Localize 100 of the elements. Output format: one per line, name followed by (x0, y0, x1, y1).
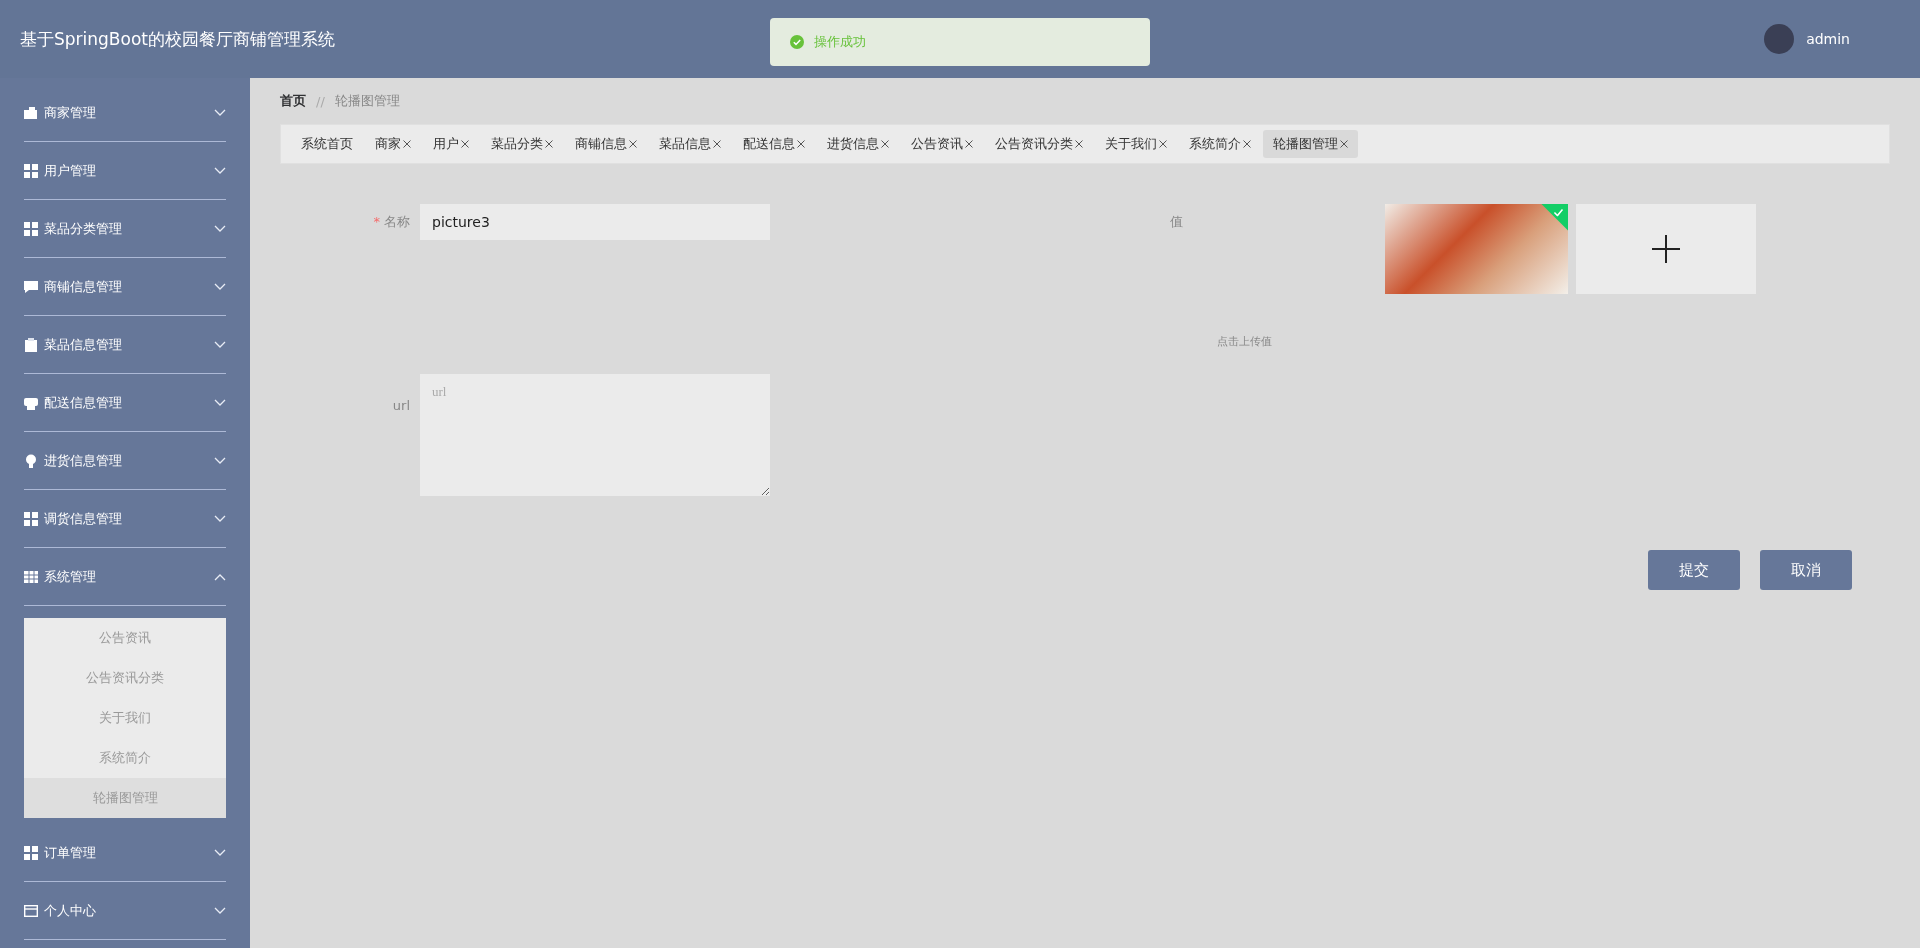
tab[interactable]: 商铺信息 (565, 130, 647, 158)
tab[interactable]: 公告资讯分类 (985, 130, 1093, 158)
sidebar-item[interactable]: 配送信息管理 (24, 374, 226, 432)
tab[interactable]: 轮播图管理 (1263, 130, 1358, 158)
tab-label: 公告资讯 (911, 135, 963, 153)
tab-label: 关于我们 (1105, 135, 1157, 153)
clipboard-icon (24, 337, 38, 352)
sidebar-item[interactable]: 用户管理 (24, 142, 226, 200)
tab[interactable]: 用户 (423, 130, 479, 158)
field-label: 值 (1169, 213, 1184, 231)
chevron-icon (214, 224, 226, 233)
chevron-icon (214, 398, 226, 407)
menu-label: 订单管理 (44, 843, 97, 862)
menu-label: 菜品分类管理 (44, 219, 123, 238)
close-icon[interactable] (1075, 140, 1083, 148)
sidebar-item[interactable]: 菜品信息管理 (24, 316, 226, 374)
breadcrumb-separator: // (316, 93, 325, 109)
sidebar-item[interactable]: 订单管理 (24, 824, 226, 882)
plus-icon (1652, 235, 1680, 263)
tab[interactable]: 系统简介 (1179, 130, 1261, 158)
tab[interactable]: 关于我们 (1095, 130, 1177, 158)
menu-label: 配送信息管理 (44, 393, 123, 412)
tab[interactable]: 配送信息 (733, 130, 815, 158)
tab-label: 进货信息 (827, 135, 879, 153)
submenu-item[interactable]: 公告资讯 (24, 618, 226, 658)
field-label: url (391, 397, 410, 415)
chevron-icon (214, 340, 226, 349)
chevron-icon (214, 108, 226, 117)
label-text: 名称 (384, 214, 410, 229)
name-input[interactable]: picture3 (420, 204, 770, 240)
close-icon[interactable] (461, 140, 469, 148)
close-icon[interactable] (713, 140, 721, 148)
grid-icon (24, 845, 38, 860)
chevron-icon (214, 282, 226, 291)
close-icon[interactable] (797, 140, 805, 148)
chevron-icon (214, 166, 226, 175)
close-icon[interactable] (1159, 140, 1167, 148)
close-icon[interactable] (545, 140, 553, 148)
tab-label: 系统首页 (301, 135, 353, 153)
tab[interactable]: 公告资讯 (901, 130, 983, 158)
tab[interactable]: 商家 (365, 130, 421, 158)
menu-label: 系统管理 (44, 567, 97, 586)
grid-icon (24, 163, 38, 178)
check-circle-icon (790, 35, 804, 49)
tab-label: 用户 (433, 135, 459, 153)
form-button[interactable]: 提交 (1648, 550, 1740, 590)
user-name[interactable]: admin (1806, 31, 1850, 47)
toast-message: 操作成功 (814, 33, 866, 51)
chevron-icon (214, 456, 226, 465)
menu-label: 商家管理 (44, 103, 97, 122)
grid-icon (24, 221, 38, 236)
menu-label: 菜品信息管理 (44, 335, 123, 354)
table-icon (24, 569, 38, 584)
breadcrumb-current: 轮播图管理 (334, 92, 400, 110)
submenu-item[interactable]: 公告资讯分类 (24, 658, 226, 698)
chevron-icon (214, 514, 226, 523)
tab-label: 商铺信息 (575, 135, 627, 153)
tab-label: 公告资讯分类 (995, 135, 1073, 153)
close-icon[interactable] (403, 140, 411, 148)
chevron-icon (214, 848, 226, 857)
tab[interactable]: 菜品信息 (649, 130, 731, 158)
sidebar-item[interactable]: 进货信息管理 (24, 432, 226, 490)
sidebar-item[interactable]: 系统管理 (24, 548, 226, 606)
url-textarea[interactable]: url (420, 374, 770, 496)
close-icon[interactable] (1243, 140, 1251, 148)
submenu-item[interactable]: 关于我们 (24, 698, 226, 738)
tab-label: 菜品分类 (491, 135, 543, 153)
tab[interactable]: 系统首页 (291, 130, 363, 158)
close-icon[interactable] (881, 140, 889, 148)
card-icon (24, 903, 38, 918)
upload-hint: 点击上传值 (1216, 334, 1273, 349)
sidebar-item[interactable]: 商家管理 (24, 84, 226, 142)
menu-label: 调货信息管理 (44, 509, 123, 528)
tab[interactable]: 菜品分类 (481, 130, 563, 158)
menu-label: 商铺信息管理 (44, 277, 123, 296)
sidebar-item[interactable]: 商铺信息管理 (24, 258, 226, 316)
sidebar-item[interactable]: 个人中心 (24, 882, 226, 940)
chevron-icon (214, 572, 226, 581)
menu-label: 个人中心 (44, 901, 97, 920)
tab-label: 系统简介 (1189, 135, 1241, 153)
app-title: 基于SpringBoot的校园餐厅商铺管理系统 (20, 27, 335, 51)
breadcrumb-home[interactable]: 首页 (280, 92, 306, 110)
close-icon[interactable] (629, 140, 637, 148)
tab-label: 配送信息 (743, 135, 795, 153)
tab[interactable]: 进货信息 (817, 130, 899, 158)
tab-label: 商家 (375, 135, 401, 153)
bulb-icon (24, 453, 38, 468)
menu-label: 用户管理 (44, 161, 97, 180)
close-icon[interactable] (965, 140, 973, 148)
grid-icon (24, 511, 38, 526)
close-icon[interactable] (1340, 140, 1348, 148)
required-mark: * (373, 214, 380, 229)
printer-icon (24, 395, 38, 410)
sidebar-item[interactable]: 菜品分类管理 (24, 200, 226, 258)
chat-icon (24, 279, 38, 294)
tab-label: 菜品信息 (659, 135, 711, 153)
form-button[interactable]: 取消 (1760, 550, 1852, 590)
sidebar-item[interactable]: 调货信息管理 (24, 490, 226, 548)
menu-label: 进货信息管理 (44, 451, 123, 470)
submenu-item[interactable]: 系统简介 (24, 738, 226, 778)
